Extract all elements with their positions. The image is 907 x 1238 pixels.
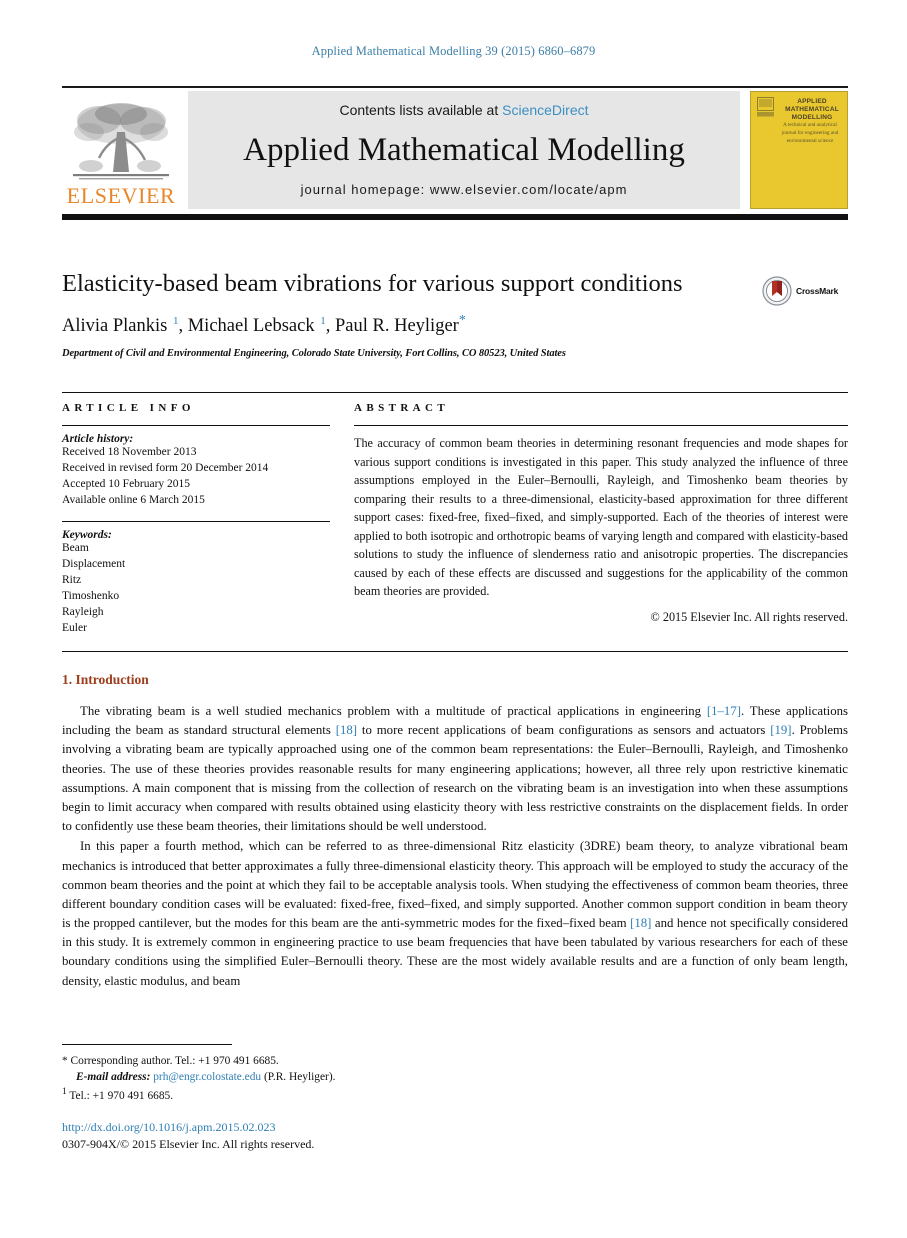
footnotes: * Corresponding author. Tel.: +1 970 491… — [62, 1044, 482, 1104]
running-head: Applied Mathematical Modelling 39 (2015)… — [311, 44, 596, 58]
keywords-rule — [62, 521, 330, 523]
cover-subtitle: A technical and analytical journal for e… — [781, 122, 839, 144]
crossmark-label: CrossMark — [796, 286, 839, 296]
crossmark-icon — [762, 276, 792, 306]
journal-banner: Contents lists available at ScienceDirec… — [188, 91, 740, 209]
footnote-email: E-mail address: prh@engr.colostate.edu (… — [76, 1071, 336, 1084]
issn-copyright: 0307-904X/© 2015 Elsevier Inc. All right… — [62, 1137, 315, 1151]
affiliation: Department of Civil and Environmental En… — [62, 348, 566, 360]
journal-masthead: ELSEVIER Contents lists available at Sci… — [62, 86, 848, 220]
contents-line: Contents lists available at ScienceDirec… — [339, 102, 588, 118]
abstract-heading: ABSTRACT — [354, 402, 450, 414]
cover-title: APPLIED MATHEMATICAL MODELLING — [785, 98, 839, 122]
paragraph: In this paper a fourth method, which can… — [62, 839, 848, 988]
sciencedirect-link[interactable]: ScienceDirect — [502, 102, 588, 118]
body-content: 1. Introduction The vibrating beam is a … — [62, 672, 848, 992]
column-gap — [330, 402, 354, 637]
keyword-item: Timoshenko — [62, 590, 120, 603]
masthead-bottom-rule — [62, 214, 848, 220]
abstract-column: ABSTRACT The accuracy of common beam the… — [354, 402, 848, 637]
elsevier-tree-icon — [73, 103, 169, 180]
keyword-item: Displacement — [62, 558, 126, 571]
history-item: Available online 6 March 2015 — [62, 493, 205, 506]
article-info-column: ARTICLE INFO Article history: Received 1… — [62, 402, 330, 637]
abstract-text: The accuracy of common beam theories in … — [354, 436, 848, 599]
footnote-rule — [62, 1044, 232, 1045]
article-history-title: Article history: — [62, 433, 134, 445]
abstract-rule — [354, 425, 848, 426]
masthead-top-rule — [62, 86, 848, 88]
keyword-item: Ritz — [62, 574, 82, 587]
copyright-line: © 2015 Elsevier Inc. All rights reserved… — [650, 609, 848, 624]
info-abstract-block: ARTICLE INFO Article history: Received 1… — [62, 392, 848, 652]
journal-cover-thumbnail[interactable]: APPLIED MATHEMATICAL MODELLING A technic… — [750, 91, 848, 209]
footnote-telephone: 1 Tel.: +1 970 491 6685. — [62, 1086, 174, 1102]
elsevier-wordmark: ELSEVIER — [66, 183, 176, 208]
article-info-rule — [62, 425, 330, 426]
author-list: Alivia Plankis 1, Michael Lebsack 1, Pau… — [62, 312, 466, 337]
history-item: Received in revised form 20 December 201… — [62, 461, 269, 474]
article-info-heading: ARTICLE INFO — [62, 402, 195, 414]
keyword-item: Euler — [62, 621, 87, 634]
keyword-item: Rayleigh — [62, 605, 104, 618]
cover-elsevier-mark-icon — [757, 97, 774, 117]
elsevier-logo: ELSEVIER — [62, 91, 180, 209]
paper-page: Applied Mathematical Modelling 39 (2015)… — [0, 0, 907, 1238]
section-heading-introduction: 1. Introduction — [62, 672, 149, 687]
journal-homepage-link[interactable]: journal homepage: www.elsevier.com/locat… — [301, 182, 628, 197]
doi-block: http://dx.doi.org/10.1016/j.apm.2015.02.… — [62, 1120, 562, 1152]
keywords-title: Keywords: — [62, 529, 112, 542]
history-item: Accepted 10 February 2015 — [62, 477, 191, 490]
title-block: Elasticity-based beam vibrations for var… — [62, 270, 848, 359]
doi-link[interactable]: http://dx.doi.org/10.1016/j.apm.2015.02.… — [62, 1120, 562, 1135]
journal-title: Applied Mathematical Modelling — [243, 131, 685, 168]
crossmark-badge[interactable]: CrossMark — [762, 274, 848, 308]
page-title: Elasticity-based beam vibrations for var… — [62, 270, 683, 297]
keyword-item: Beam — [62, 542, 89, 555]
contents-prefix: Contents lists available at — [339, 102, 503, 118]
history-item: Received 18 November 2013 — [62, 446, 197, 458]
infoabs-bottom-rule — [62, 650, 848, 652]
paragraph: The vibrating beam is a well studied mec… — [62, 704, 848, 834]
footnote-corresponding-author: * Corresponding author. Tel.: +1 970 491… — [62, 1055, 279, 1067]
